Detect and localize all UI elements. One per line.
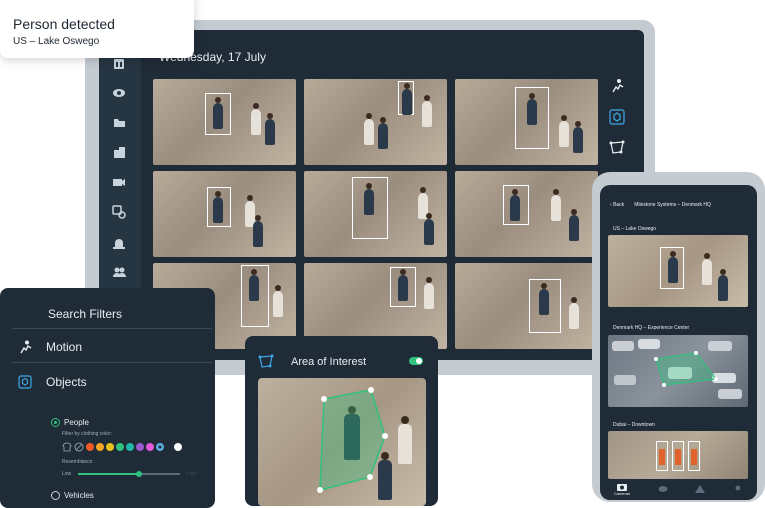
nav-view[interactable]	[658, 485, 668, 493]
notification-card[interactable]: Person detected US – Lake Oswego	[0, 0, 194, 58]
vehicles-option[interactable]: Vehicles	[51, 491, 94, 500]
objects-label: Objects	[46, 375, 87, 389]
resemblance-label: Resemblance	[62, 459, 93, 465]
notification-title: Person detected	[13, 16, 115, 32]
camera-tile[interactable]	[304, 171, 447, 257]
color-swatch[interactable]	[174, 443, 182, 451]
area-of-interest-panel: Area of Interest	[245, 336, 438, 506]
nav-cameras[interactable]: Cameras	[614, 483, 630, 496]
camera-tile[interactable]	[455, 79, 598, 165]
user-icon	[735, 485, 741, 491]
divider	[12, 362, 212, 363]
color-swatch-selected[interactable]	[156, 443, 164, 451]
camera-tile[interactable]	[455, 263, 598, 349]
people-radio[interactable]	[51, 418, 60, 427]
folder-icon[interactable]	[109, 112, 129, 132]
camera-label: Dubai – Downtown	[613, 422, 655, 428]
color-swatch[interactable]	[146, 443, 154, 451]
area-icon	[258, 354, 274, 368]
divider	[12, 328, 212, 329]
high-label: High	[186, 471, 197, 477]
camera-label: Denmark HQ – Experience Center	[613, 325, 690, 331]
vehicles-label: Vehicles	[64, 491, 94, 500]
objects-filter[interactable]: Objects	[18, 375, 87, 389]
camera-tile[interactable]	[455, 171, 598, 257]
aoi-camera-view[interactable]	[258, 378, 426, 506]
camera-tile[interactable]	[304, 79, 447, 165]
site-title: Milestone Systems – Denmark HQ	[634, 202, 711, 208]
notification-location: US – Lake Oswego	[13, 36, 100, 47]
aoi-toggle[interactable]	[409, 357, 423, 365]
camera-tile[interactable]	[153, 79, 296, 165]
color-swatch[interactable]	[86, 443, 94, 451]
phone-screen: ‹ Back Milestone Systems – Denmark HQ US…	[600, 185, 757, 500]
building-icon[interactable]	[109, 142, 129, 162]
eye-icon	[658, 486, 668, 492]
resemblance-slider[interactable]	[78, 470, 180, 477]
color-swatch[interactable]	[126, 443, 134, 451]
back-button[interactable]: ‹ Back	[610, 202, 624, 208]
aoi-polygon[interactable]	[258, 378, 426, 506]
eye-icon[interactable]	[109, 83, 129, 103]
camera-feed[interactable]	[608, 431, 748, 479]
people-label: People	[64, 418, 89, 427]
motion-label: Motion	[46, 340, 83, 354]
camera-label: US – Lake Oswego	[613, 226, 657, 232]
camera-tile[interactable]	[153, 171, 296, 257]
motion-icon	[20, 340, 32, 354]
clothing-color-label: Filter by clothing color:	[62, 431, 113, 437]
no-color-icon[interactable]	[74, 442, 84, 452]
filters-title: Search Filters	[48, 307, 123, 321]
phone-header: ‹ Back Milestone Systems – Denmark HQ	[610, 202, 711, 208]
alarm-icon	[695, 485, 706, 493]
color-swatches	[62, 442, 184, 452]
color-swatch[interactable]	[106, 443, 114, 451]
nav-profile[interactable]	[733, 485, 743, 493]
phone-bottom-nav: Cameras	[600, 478, 757, 500]
shirt-icon[interactable]	[62, 442, 72, 452]
people-option[interactable]: People	[51, 418, 89, 427]
motion-filter[interactable]: Motion	[18, 340, 82, 354]
search-filters-panel: Search Filters Motion Objects People Fil…	[0, 288, 215, 508]
camera-icon[interactable]	[109, 172, 129, 192]
color-swatch[interactable]	[136, 443, 144, 451]
alarm-icon[interactable]	[109, 232, 129, 252]
color-swatch[interactable]	[116, 443, 124, 451]
nav-alarms[interactable]	[695, 485, 706, 493]
area-icon[interactable]	[609, 140, 631, 161]
object-icon	[18, 375, 32, 389]
rules-icon[interactable]	[109, 202, 129, 222]
vehicles-radio[interactable]	[51, 491, 60, 500]
users-icon[interactable]	[109, 262, 129, 282]
motion-icon[interactable]	[609, 78, 631, 99]
camera-icon	[616, 483, 627, 491]
object-icon[interactable]	[609, 109, 631, 130]
aoi-title: Area of Interest	[291, 356, 367, 368]
low-label: Low	[62, 471, 72, 477]
camera-feed[interactable]	[608, 335, 748, 407]
color-swatch[interactable]	[96, 443, 104, 451]
detection-tools	[609, 78, 631, 161]
camera-feed[interactable]	[608, 235, 748, 307]
